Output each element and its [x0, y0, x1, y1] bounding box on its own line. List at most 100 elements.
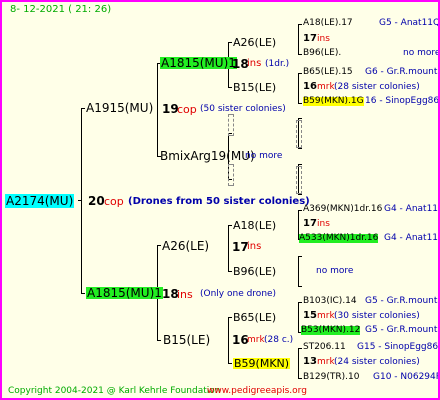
g2-queen: A26(LE) [162, 239, 210, 253]
copyright: Copyright 2004-2021 @ Karl Kehrle Founda… [8, 386, 221, 396]
g4-num: 16 [303, 81, 317, 92]
g4-unit: mrk [317, 311, 335, 321]
g3-queen: B59(MKN) [233, 357, 291, 370]
sire-note: (50 sister colonies) [200, 104, 286, 114]
dam-queen: A1815(MU)1 [86, 286, 163, 300]
g4-id: B129(TR).10 [303, 372, 360, 382]
g4-code: G5 - Anat11Q [379, 18, 440, 28]
g4-code: G4 - Anat11Q [384, 233, 440, 243]
connector [298, 286, 302, 287]
connector [298, 54, 302, 55]
g2-note: (1dr.) [265, 59, 290, 69]
connector [228, 225, 232, 226]
empty-branch [296, 120, 302, 148]
connector [298, 164, 302, 165]
g4-note: (30 sister colonies) [334, 311, 420, 321]
g2-queen: BmixArg19(MU) [160, 149, 255, 163]
g3-queen: B15(LE) [233, 81, 277, 94]
g4-unit: ins [317, 34, 330, 44]
connector [157, 245, 161, 246]
g4-code: G5 - Gr.R.mounta [365, 296, 440, 306]
g4-id: B53(MKN).12 [301, 325, 361, 335]
g4-note: (24 sister colonies) [334, 357, 420, 367]
g4-id: B103(IC).14 [303, 296, 357, 306]
g4-code: G10 - N06294R [373, 372, 440, 382]
connector [298, 73, 299, 103]
connector [298, 302, 302, 303]
g4-id: ST206.11 [303, 342, 346, 352]
connector [157, 340, 161, 341]
g4-num: 17 [303, 218, 317, 229]
g4-code: G6 - Gr.R.mounta [365, 67, 440, 77]
connector [81, 108, 85, 109]
connector [298, 256, 302, 257]
connector [228, 363, 232, 364]
g4-code: 16 - SinopEgg86R [365, 96, 440, 106]
connector [298, 378, 302, 379]
empty-branch [228, 164, 234, 186]
g4-code: G4 - Anat11Q [384, 204, 440, 214]
g4-id: A369(MKN)1dr.16 [303, 204, 383, 214]
sire-unit: cop [177, 103, 197, 116]
connector [298, 348, 299, 378]
connector [228, 225, 229, 271]
pedigree-chart: 8- 12-2021 ( 21: 26) A2174(MU) 20 cop (D… [0, 0, 440, 400]
root-num: 20 [88, 194, 105, 208]
g4-unit: ins [317, 219, 330, 229]
connector [298, 73, 302, 74]
g4-num: 15 [303, 310, 317, 321]
g4-num: 13 [303, 356, 317, 367]
connector [228, 271, 232, 272]
g4-code: G15 - SinopEgg86R [357, 342, 440, 352]
g3-queen: A26(LE) [233, 36, 277, 49]
connector [228, 317, 229, 363]
connector [81, 293, 85, 294]
g4-code: no more [316, 266, 354, 276]
root-unit: cop [104, 195, 124, 208]
empty-branch [228, 114, 234, 136]
connector [157, 63, 158, 156]
g4-unit: mrk [317, 82, 335, 92]
root-note: (Drones from 50 sister colonies) [128, 196, 310, 207]
g2-note: (28 c.) [264, 335, 294, 345]
g4-unit: mrk [317, 357, 335, 367]
g4-id: B96(LE). [303, 48, 342, 58]
connector [298, 24, 299, 54]
g4-id: A18(LE).17 [303, 18, 353, 28]
g2-unit: mrk [247, 335, 265, 345]
connector [298, 148, 302, 149]
g2-queen: A1815(MU)1 [160, 56, 237, 70]
g4-id: B65(LE).15 [303, 67, 353, 77]
connector [228, 317, 232, 318]
connector [298, 210, 302, 211]
connector [298, 24, 302, 25]
site-link[interactable]: www.pedigreeapis.org [207, 387, 307, 396]
g4-note: (28 sister colonies) [334, 82, 420, 92]
g4-id: B59(MKN).1G [303, 96, 364, 106]
connector [298, 302, 299, 332]
connector [298, 348, 302, 349]
g3-queen: B96(LE) [233, 265, 277, 278]
sire-queen: A1915(MU) [86, 101, 154, 115]
connector [81, 108, 82, 294]
connector [298, 118, 302, 119]
connector [298, 194, 302, 195]
dam-unit: ins [177, 288, 193, 301]
empty-branch [296, 166, 302, 194]
g2-suffix: no more [245, 151, 283, 161]
connector [298, 103, 302, 104]
dam-note: (Only one drone) [200, 289, 277, 299]
g4-code: G5 - Gr.R.mounta [365, 325, 440, 335]
connector [78, 200, 82, 201]
g3-queen: B65(LE) [233, 311, 277, 324]
g4-code: no more [403, 48, 440, 58]
date-stamp: 8- 12-2021 ( 21: 26) [10, 4, 112, 15]
g3-queen: A18(LE) [233, 219, 277, 232]
g2-queen: B15(LE) [163, 333, 211, 347]
root-queen: A2174(MU) [5, 194, 75, 208]
g4-num: 17 [303, 33, 317, 44]
connector [228, 87, 232, 88]
connector [298, 256, 299, 286]
g4-id: A533(MKN)1dr.16 [299, 233, 379, 243]
g2-unit: ins [247, 58, 262, 69]
